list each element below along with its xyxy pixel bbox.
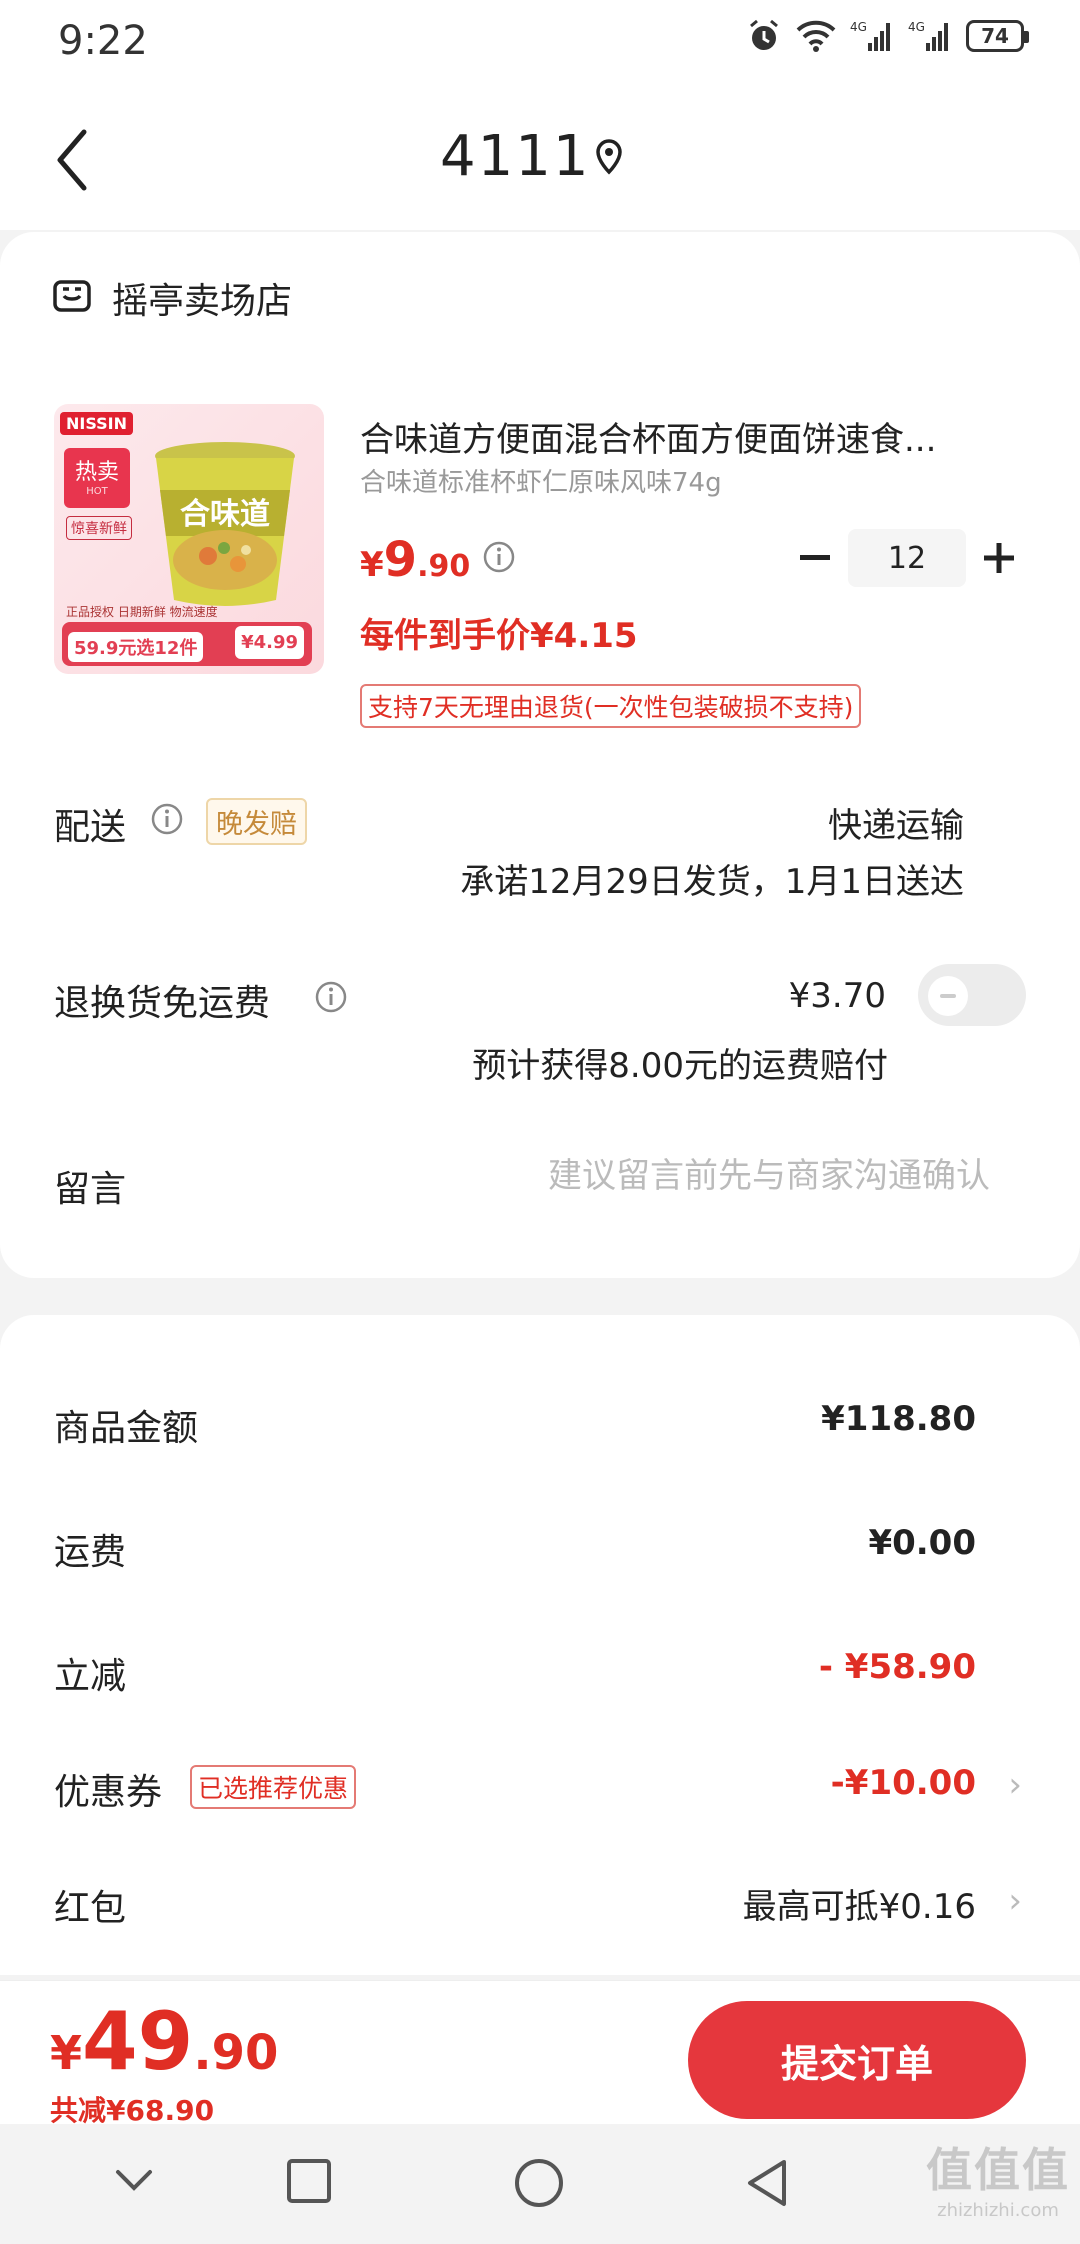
page-title: 4111 [440, 124, 591, 189]
signal-icon: 4G [850, 19, 894, 53]
shop-icon [52, 276, 92, 320]
product-spec[interactable]: 合味道标准杯虾仁原味风味74g [360, 462, 722, 499]
delivery-label: 配送 [54, 807, 127, 848]
signal-icon: 4G [908, 19, 952, 53]
nav-collapse-icon[interactable] [112, 2158, 156, 2206]
discount-label: 立减 [54, 1656, 127, 1697]
shop-name: 摇亭卖场店 [112, 281, 293, 322]
product-image[interactable]: NISSIN 热卖 HOT 惊喜新鲜 合味道 正品授权 日期新鲜 物流速度 59.… [54, 404, 324, 674]
return-shipping-info-icon[interactable] [314, 980, 348, 1014]
summary-card: 商品金额 ¥118.80 运费 ¥0.00 立减 - ¥58.90 优惠券 已选… [0, 1315, 1080, 1975]
status-icons: 4G 4G 74 [746, 18, 1029, 54]
decrease-button[interactable] [782, 528, 848, 588]
red-packet-value: 最高可抵¥0.16 [742, 1887, 976, 1927]
goods-amount-row: 商品金额 ¥118.80 [0, 1391, 1080, 1451]
plus-icon [984, 543, 1014, 573]
wifi-icon [796, 20, 836, 52]
nav-recents-icon[interactable] [286, 2158, 332, 2208]
message-input[interactable] [420, 1156, 990, 1196]
checkout-bar: ¥49.90 共减¥68.90 提交订单 [0, 1980, 1080, 2127]
quantity-input[interactable]: 12 [848, 529, 966, 587]
price-info-icon[interactable] [482, 540, 516, 574]
net1-text: 4G [850, 20, 867, 34]
header: 4111 [0, 84, 1080, 230]
status-time: 9:22 [58, 18, 148, 64]
delivery-promise: 承诺12月29日发货，1月1日送达 [460, 862, 964, 902]
chevron-right-icon: › [1008, 1765, 1022, 1805]
return-shipping-desc: 预计获得8.00元的运费赔付 [472, 1046, 888, 1086]
return-shipping-label: 退换货免运费 [54, 983, 271, 1024]
chevron-right-icon: › [1008, 1881, 1022, 1921]
shipping-label: 运费 [54, 1532, 127, 1573]
fresh-badge: 惊喜新鲜 [66, 516, 132, 540]
coupon-tag: 已选推荐优惠 [190, 1765, 357, 1809]
product-price: ¥9.90 [360, 532, 471, 588]
delivery-method[interactable]: 快递运输 [828, 798, 964, 847]
brand-logo: NISSIN [60, 412, 134, 435]
nav-home-icon[interactable] [514, 2158, 564, 2212]
coupon-row[interactable]: 优惠券 已选推荐优惠 -¥10.00 › [0, 1755, 1080, 1815]
back-button[interactable] [54, 120, 114, 200]
hot-badge: 热卖 HOT [64, 448, 130, 508]
toggle-knob [928, 976, 968, 1016]
shipping-value: ¥0.00 [868, 1523, 976, 1563]
shipping-row: 运费 ¥0.00 [0, 1515, 1080, 1575]
nav-back-icon[interactable] [744, 2158, 790, 2212]
status-bar: 9:22 4G 4G 74 [0, 0, 1080, 84]
total-saved: 共减¥68.90 [50, 2094, 215, 2127]
net2-text: 4G [908, 20, 925, 34]
coupon-label: 优惠券 [54, 1772, 163, 1813]
delivery-info-icon[interactable] [150, 802, 184, 836]
coupon-value: -¥10.00 [830, 1763, 976, 1803]
late-compensation-tag[interactable]: 晚发赔 [206, 798, 307, 845]
red-packet-label: 红包 [54, 1888, 127, 1929]
image-promo: 59.9元选12件 ¥4.99 [62, 622, 312, 666]
order-card: 摇亭卖场店 NISSIN 热卖 HOT 惊喜新鲜 合味道 正品授权 日期新鲜 物流… [0, 232, 1080, 1278]
image-tagline: 正品授权 日期新鲜 物流速度 [66, 605, 218, 619]
battery-icon: 74 [966, 20, 1029, 52]
system-nav-bar: 值值值 zhizhizhi.com [0, 2124, 1080, 2244]
back-arrow-icon [57, 129, 87, 191]
location-icon[interactable] [594, 138, 624, 180]
unit-price: 每件到手价¥4.15 [360, 616, 638, 656]
discount-value: - ¥58.90 [818, 1647, 976, 1687]
shop-row[interactable]: 摇亭卖场店 [52, 272, 292, 324]
return-policy-tag: 支持7天无理由退货(一次性包装破损不支持) [360, 684, 862, 728]
cup-text: 合味道 [180, 497, 270, 532]
product-title[interactable]: 合味道方便面混合杯面方便面饼速食... [360, 412, 1020, 461]
goods-amount-label: 商品金额 [54, 1408, 199, 1449]
quantity-stepper: 12 [782, 528, 1032, 588]
return-shipping-toggle[interactable] [918, 964, 1026, 1026]
alarm-icon [746, 18, 782, 54]
goods-amount-value: ¥118.80 [821, 1399, 976, 1439]
noodle-cup-image: 合味道 [155, 442, 295, 606]
message-label: 留言 [54, 1169, 127, 1210]
total-price: ¥49.90 [50, 1995, 279, 2088]
red-packet-row[interactable]: 红包 最高可抵¥0.16 › [0, 1871, 1080, 1931]
discount-row: 立减 - ¥58.90 [0, 1639, 1080, 1699]
watermark-logo: 值值值 zhizhizhi.com [926, 2143, 1070, 2221]
increase-button[interactable] [966, 528, 1032, 588]
return-shipping-price: ¥3.70 [788, 976, 886, 1016]
minus-icon [800, 555, 830, 560]
submit-order-button[interactable]: 提交订单 [688, 2001, 1026, 2119]
